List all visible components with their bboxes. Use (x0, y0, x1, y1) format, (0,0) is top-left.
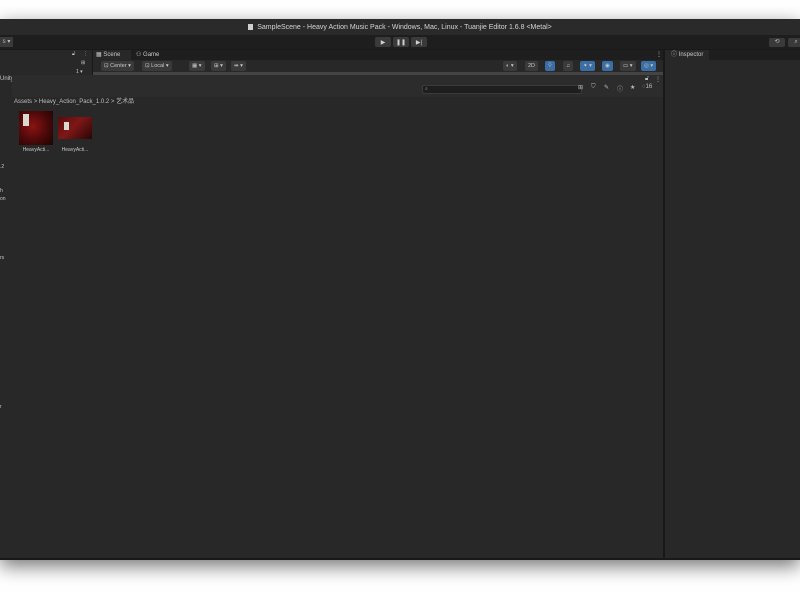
toggle-2d-button[interactable]: 2D (525, 61, 539, 71)
tree-item-fragment[interactable]: r (0, 404, 2, 410)
snap-increment-dropdown[interactable]: ⊞ ▾ (211, 61, 226, 71)
add-icon[interactable]: ⊞ (81, 60, 85, 66)
play-controls: ▶ ❚❚ ▶| (375, 37, 427, 47)
asset-label: HeavyActi... (61, 147, 89, 153)
tab-scene[interactable]: ▦ Scene (93, 50, 131, 60)
tab-inspector[interactable]: ⓘ Inspector (665, 50, 710, 60)
tree-item-fragment[interactable]: on (0, 196, 6, 202)
scene-toolbar: ⊡ Center ▾ ⊡ Local ▾ ▦ ▾ ⊞ ▾ ⇹ ▾ ◐ ▾ 2D … (93, 60, 663, 72)
inspector-panel (665, 60, 800, 558)
pivot-local-dropdown[interactable]: ⊡ Local ▾ (142, 61, 172, 71)
search-icon[interactable]: ⌕ (788, 38, 800, 47)
scene-menu-icon[interactable]: ⋮ (653, 50, 662, 60)
effects-dropdown[interactable]: ✦ ▾ (580, 61, 595, 71)
document-icon (248, 24, 254, 30)
play-button[interactable]: ▶ (375, 37, 391, 47)
project-panel: 🔓︎ ⋮ ⌕ ⊞ ⛉ ✎ ⓘ ★ ◌16 Assets > Heavy_Acti… (12, 75, 663, 558)
breadcrumb-current[interactable]: 艺术品 (116, 99, 134, 105)
pause-button[interactable]: ❚❚ (393, 37, 409, 47)
toolbar-left-dropdown[interactable]: s ▾ (0, 37, 13, 47)
search-by-tag-icon[interactable]: ✎ (604, 84, 609, 91)
tab-scene-label: Scene (103, 52, 121, 58)
search-icon: ⌕ (425, 86, 428, 92)
hidden-count[interactable]: ◌16 (642, 84, 652, 90)
camera-dropdown[interactable]: ▭ ▾ (620, 61, 636, 71)
history-icon[interactable]: ⟲ (769, 38, 785, 47)
main-toolbar: s ▾ ▶ ❚❚ ▶| ⟲ ⌕ (0, 35, 800, 49)
breadcrumb: Assets > Heavy_Action_Pack_1.0.2 > 艺术品 (14, 96, 134, 105)
breadcrumb-folder[interactable]: Heavy_Action_Pack_1.0.2 (39, 99, 109, 105)
project-folder-tree: .2 h on rs r (0, 92, 12, 558)
gizmos-dropdown[interactable]: ◎ ▾ (641, 61, 657, 71)
step-button[interactable]: ▶| (411, 37, 427, 47)
asset-item[interactable]: HeavyActi... (57, 111, 93, 153)
inspector-tab-bar: ⓘ Inspector (665, 50, 800, 60)
pivot-center-dropdown[interactable]: ⊡ Center ▾ (101, 61, 134, 71)
search-by-type-icon[interactable]: ⊞ (578, 84, 583, 91)
inspector-label: Inspector (678, 52, 704, 58)
thumbnail-detail (23, 114, 29, 126)
project-toolbar: 🔓︎ ⋮ ⌕ ⊞ ⛉ ✎ ⓘ ★ ◌16 (12, 75, 663, 97)
info-icon[interactable]: ⓘ (617, 84, 623, 93)
title-bar: SampleScene - Heavy Action Music Pack - … (0, 19, 800, 35)
window-title: SampleScene - Heavy Action Music Pack - … (257, 23, 552, 31)
thumbnail-detail (64, 122, 69, 130)
breadcrumb-assets[interactable]: Assets (14, 99, 32, 105)
scene-tab-bar: ▦ Scene ⚇ Game ⋮ (93, 50, 663, 60)
center-label: Center (110, 63, 127, 69)
toggle-tools-dropdown[interactable]: ⇹ ▾ (231, 61, 246, 71)
lock-icon[interactable]: 🔓︎ (645, 76, 649, 83)
tree-item-fragment[interactable]: h (0, 188, 3, 194)
shading-mode-dropdown[interactable]: ◐ ▾ (503, 61, 517, 71)
tab-game[interactable]: ⚇ Game (133, 50, 169, 60)
lighting-toggle-icon[interactable]: 💡︎ (545, 61, 555, 71)
audio-toggle-icon[interactable]: ♫ (563, 61, 574, 71)
favorite-star-icon[interactable]: ★ (630, 84, 635, 91)
asset-item[interactable]: HeavyActi... (18, 111, 54, 153)
search-by-label-icon[interactable]: ⛉ (591, 84, 596, 91)
hidden-count-value: 16 (645, 84, 653, 90)
asset-thumbnail (19, 111, 53, 145)
tree-item-fragment[interactable]: .2 (0, 164, 4, 170)
project-menu-icon[interactable]: ⋮ (655, 76, 661, 83)
search-input[interactable]: ⌕ (422, 85, 582, 94)
grid-snap-dropdown[interactable]: ▦ ▾ (189, 61, 205, 71)
local-label: Local (151, 63, 165, 69)
asset-thumbnail (58, 117, 92, 139)
tab-game-label: Game (143, 52, 160, 58)
hidden-objects-icon[interactable]: ◉ (602, 61, 613, 71)
panel-menu-icon[interactable]: ⋮ (83, 51, 88, 57)
lock-icon[interactable]: 🔓︎ (72, 51, 75, 57)
tree-item-fragment[interactable]: rs (0, 255, 4, 261)
asset-label: HeavyActi... (22, 147, 50, 153)
editor-window: SampleScene - Heavy Action Music Pack - … (0, 19, 800, 560)
